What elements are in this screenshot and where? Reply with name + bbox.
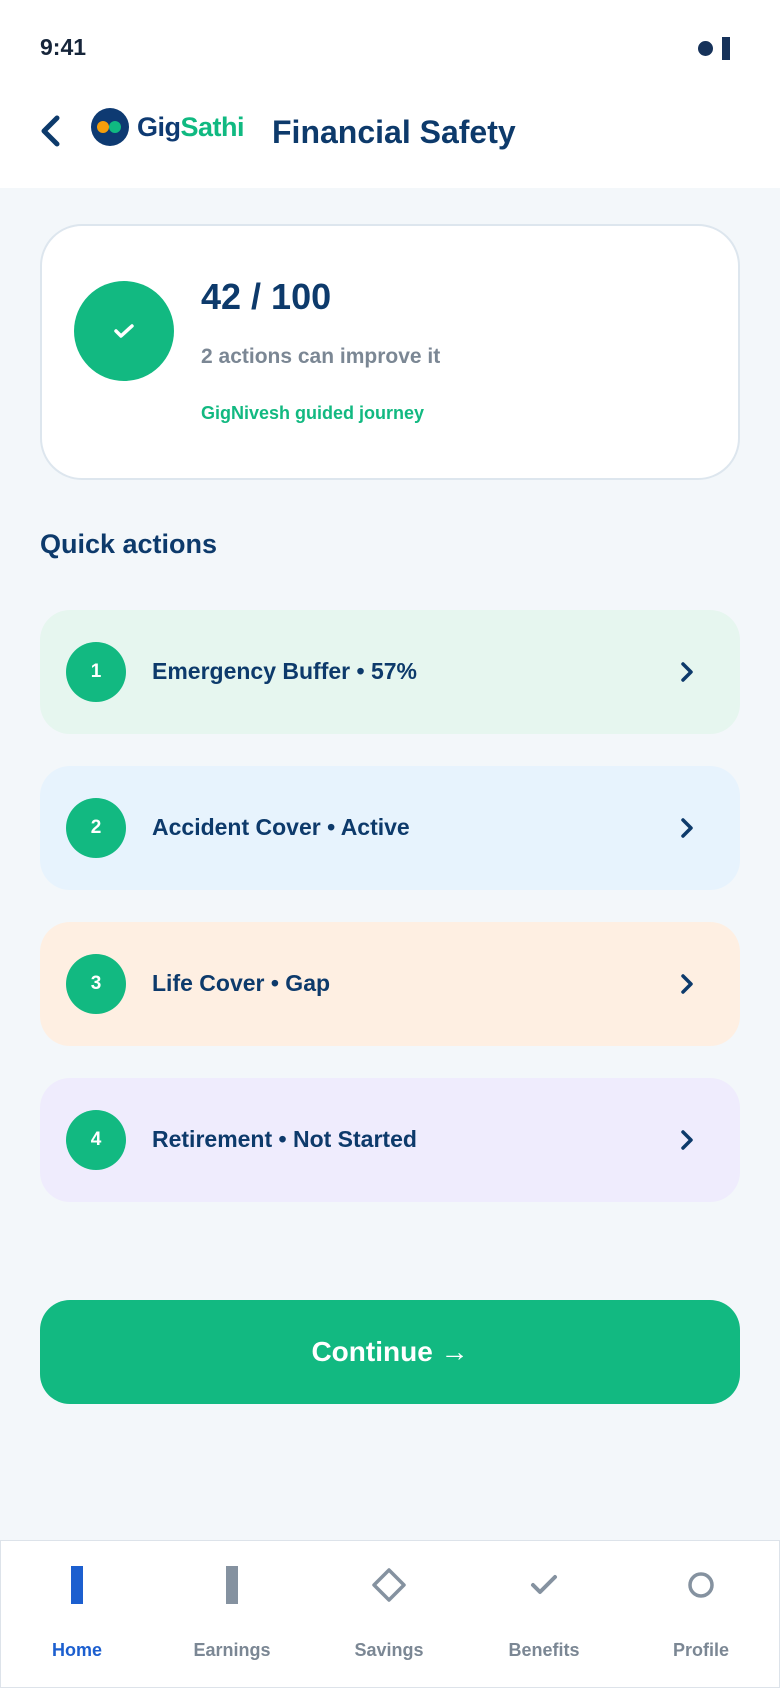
chevron-right-icon <box>678 971 696 997</box>
bottom-nav: Home Earnings Savings Benefits Profile <box>0 1540 780 1688</box>
logo-text-sathi: Sathi <box>180 111 245 142</box>
chevron-right-icon <box>678 1127 696 1153</box>
score-badge <box>74 281 174 381</box>
nav-item-benefits[interactable]: Benefits <box>484 1541 604 1688</box>
action-number-badge: 4 <box>66 1110 126 1170</box>
action-card-accident-cover[interactable]: 2 Accident Cover • Active <box>40 766 740 890</box>
chevron-left-icon <box>41 115 60 147</box>
app-header: GigSathi Financial Safety <box>0 90 780 188</box>
chevron-right-icon <box>678 659 696 685</box>
nav-label-savings: Savings <box>354 1640 424 1660</box>
logo-text-gig: Gig <box>137 111 181 142</box>
nav-item-earnings[interactable]: Earnings <box>172 1541 292 1688</box>
home-icon <box>57 1565 97 1605</box>
nav-item-home[interactable]: Home <box>17 1541 137 1688</box>
action-label: Accident Cover • Active <box>152 814 410 840</box>
action-card-emergency-buffer[interactable]: 1 Emergency Buffer • 57% <box>40 610 740 734</box>
status-bar: 9:41 <box>0 0 780 90</box>
action-card-retirement[interactable]: 4 Retirement • Not Started <box>40 1078 740 1202</box>
action-label: Life Cover • Gap <box>152 970 331 996</box>
savings-icon <box>369 1565 409 1605</box>
action-number-badge: 3 <box>66 954 126 1014</box>
guided-journey-link[interactable]: GigNivesh guided journey <box>201 403 424 424</box>
camera-dot-icon <box>698 41 713 56</box>
earnings-icon <box>212 1565 252 1605</box>
nav-item-savings[interactable]: Savings <box>329 1541 449 1688</box>
profile-icon <box>681 1565 721 1605</box>
action-card-life-cover[interactable]: 3 Life Cover • Gap <box>40 922 740 1046</box>
nav-label-earnings: Earnings <box>193 1640 271 1660</box>
status-time: 9:41 <box>40 34 87 60</box>
nav-label-home: Home <box>51 1640 102 1660</box>
gigsathi-logo: GigSathi <box>91 107 245 147</box>
nav-label-benefits: Benefits <box>508 1640 580 1660</box>
action-label: Emergency Buffer • 57% <box>152 658 417 684</box>
quick-actions-title: Quick actions <box>40 529 218 559</box>
logo-mark-icon <box>91 108 129 146</box>
score-subtitle: 2 actions can improve it <box>201 345 441 368</box>
action-number-badge: 2 <box>66 798 126 858</box>
back-button[interactable] <box>30 106 70 156</box>
battery-icon <box>722 37 730 60</box>
page-title: Financial Safety <box>272 114 516 150</box>
nav-label-profile: Profile <box>672 1640 729 1660</box>
safety-score-card: 42 / 100 2 actions can improve it GigNiv… <box>40 224 740 480</box>
score-value: 42 / 100 <box>201 276 332 317</box>
benefits-icon <box>524 1565 564 1605</box>
chevron-right-icon <box>678 815 696 841</box>
action-label: Retirement • Not Started <box>152 1126 417 1152</box>
continue-button[interactable]: Continue → <box>40 1300 740 1404</box>
nav-item-profile[interactable]: Profile <box>641 1541 761 1688</box>
action-number-badge: 1 <box>66 642 126 702</box>
check-icon <box>114 324 134 338</box>
